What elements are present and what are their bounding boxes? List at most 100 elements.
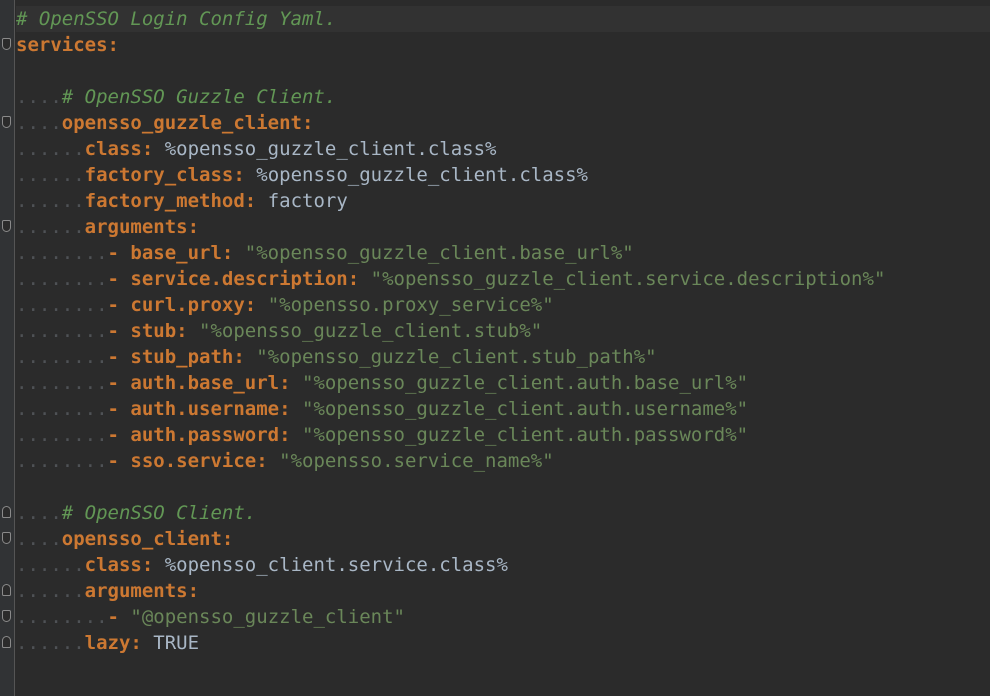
yaml-key: opensso_guzzle_client [61, 112, 302, 134]
yaml-value: "%opensso_guzzle_client.auth.username%" [302, 398, 749, 420]
yaml-key: services [16, 34, 108, 56]
indent-guide: ...... [16, 216, 85, 238]
code-line[interactable]: ......arguments: [16, 214, 199, 240]
yaml-key: class [84, 138, 142, 160]
fold-gutter [0, 0, 15, 696]
yaml-separator: : [130, 632, 154, 654]
fold-marker-icon[interactable] [2, 584, 11, 596]
yaml-key: - auth.base_url [107, 372, 280, 394]
indent-guide: ........ [16, 606, 108, 628]
fold-marker-icon[interactable] [2, 636, 11, 648]
yaml-separator: : [233, 164, 257, 186]
yaml-key: - stub [107, 320, 177, 342]
yaml-key: lazy [84, 632, 131, 654]
code-line[interactable]: ....opensso_client: [16, 526, 233, 552]
fold-marker-icon[interactable] [2, 220, 11, 232]
indent-guide: ........ [16, 346, 108, 368]
yaml-comment: # OpenSSO Login Config Yaml. [16, 8, 337, 30]
code-line[interactable]: ......class: %opensso_client.service.cla… [16, 552, 508, 578]
yaml-value: "%opensso_guzzle_client.service.descript… [370, 268, 886, 290]
yaml-key: arguments [84, 216, 188, 238]
yaml-separator: : [141, 554, 165, 576]
yaml-key: - service.description [107, 268, 348, 290]
yaml-separator: : [279, 424, 302, 446]
indent-guide: ...... [16, 554, 85, 576]
yaml-value: "%opensso.service_name%" [279, 450, 554, 472]
code-line[interactable]: ........- curl.proxy: "%opensso.proxy_se… [16, 292, 554, 318]
yaml-separator: : [221, 528, 234, 550]
indent-guide: ........ [16, 320, 108, 342]
code-line[interactable]: ........- stub: "%opensso_guzzle_client.… [16, 318, 542, 344]
code-line[interactable]: ......factory_class: %opensso_guzzle_cli… [16, 162, 588, 188]
code-line[interactable]: ........- auth.password: "%opensso_guzzl… [16, 422, 748, 448]
indent-guide: .... [16, 86, 62, 108]
code-line[interactable]: ........- auth.username: "%opensso_guzzl… [16, 396, 748, 422]
code-line[interactable]: ........- service.description: "%opensso… [16, 266, 885, 292]
code-line[interactable]: ........- auth.base_url: "%opensso_guzzl… [16, 370, 748, 396]
yaml-separator: : [256, 450, 280, 472]
code-line[interactable]: ......factory_method: factory [16, 188, 348, 214]
indent-guide: ........ [16, 268, 108, 290]
code-line[interactable]: ........- "@opensso_guzzle_client" [16, 604, 405, 630]
code-line[interactable]: ....# OpenSSO Client. [16, 500, 256, 526]
code-editor[interactable]: # OpenSSO Login Config Yaml. services:...… [0, 0, 990, 696]
yaml-separator: : [244, 294, 268, 316]
fold-marker-icon[interactable] [2, 116, 11, 128]
yaml-value: "@opensso_guzzle_client" [130, 606, 405, 628]
yaml-separator: : [347, 268, 371, 290]
yaml-separator: : [301, 112, 314, 134]
yaml-separator: : [279, 372, 302, 394]
yaml-comment: # OpenSSO Guzzle Client. [61, 86, 337, 108]
code-line[interactable]: ....# OpenSSO Guzzle Client. [16, 84, 336, 110]
code-line[interactable]: ....opensso_guzzle_client: [16, 110, 313, 136]
yaml-key: factory_method [84, 190, 245, 212]
indent-guide: .... [16, 528, 62, 550]
yaml-value: "%opensso_guzzle_client.auth.base_url%" [302, 372, 749, 394]
code-line[interactable]: ........- sso.service: "%opensso.service… [16, 448, 554, 474]
fold-marker-icon[interactable] [2, 610, 11, 622]
fold-marker-icon[interactable] [2, 532, 11, 544]
indent-guide: ........ [16, 242, 108, 264]
yaml-separator: : [141, 138, 165, 160]
indent-guide: ...... [16, 164, 85, 186]
yaml-key: - auth.username [107, 398, 280, 420]
indent-guide: ........ [16, 398, 108, 420]
yaml-value: %opensso_client.service.class% [164, 554, 508, 576]
yaml-value: "%opensso_guzzle_client.stub%" [199, 320, 543, 342]
indent-guide: ........ [16, 372, 108, 394]
yaml-value: %opensso_guzzle_client.class% [256, 164, 588, 186]
yaml-separator: : [187, 216, 200, 238]
code-line[interactable]: ........- stub_path: "%opensso_guzzle_cl… [16, 344, 657, 370]
indent-guide: ...... [16, 580, 85, 602]
code-line[interactable]: ......lazy: TRUE [16, 630, 199, 656]
yaml-value: TRUE [153, 632, 200, 654]
yaml-value: "%opensso.proxy_service%" [267, 294, 554, 316]
code-line[interactable]: ......class: %opensso_guzzle_client.clas… [16, 136, 496, 162]
yaml-key: - [107, 606, 119, 628]
yaml-comment: # OpenSSO Client. [61, 502, 257, 524]
yaml-value: factory [267, 190, 348, 212]
yaml-value: "%opensso_guzzle_client.auth.password%" [302, 424, 749, 446]
yaml-separator: : [187, 580, 200, 602]
fold-marker-icon[interactable] [2, 38, 11, 50]
yaml-key: - base_url [107, 242, 222, 264]
yaml-separator: : [107, 34, 119, 56]
code-line[interactable]: # OpenSSO Login Config Yaml. [16, 6, 990, 32]
yaml-value: "%opensso_guzzle_client.base_url%" [244, 242, 634, 264]
indent-guide: ........ [16, 450, 108, 472]
yaml-key: - auth.password [107, 424, 280, 446]
indent-guide: ...... [16, 632, 85, 654]
code-line[interactable]: ......arguments: [16, 578, 199, 604]
yaml-value: "%opensso_guzzle_client.stub_path%" [256, 346, 657, 368]
yaml-key: opensso_client [61, 528, 222, 550]
indent-guide: ...... [16, 138, 85, 160]
yaml-separator: : [233, 346, 257, 368]
yaml-key: class [84, 554, 142, 576]
yaml-key: factory_class [84, 164, 234, 186]
code-line[interactable]: ........- base_url: "%opensso_guzzle_cli… [16, 240, 634, 266]
yaml-key: - stub_path [107, 346, 234, 368]
indent-guide: ........ [16, 424, 108, 446]
indent-guide: ...... [16, 190, 85, 212]
fold-marker-icon[interactable] [2, 506, 11, 518]
code-line[interactable]: services: [16, 32, 119, 58]
